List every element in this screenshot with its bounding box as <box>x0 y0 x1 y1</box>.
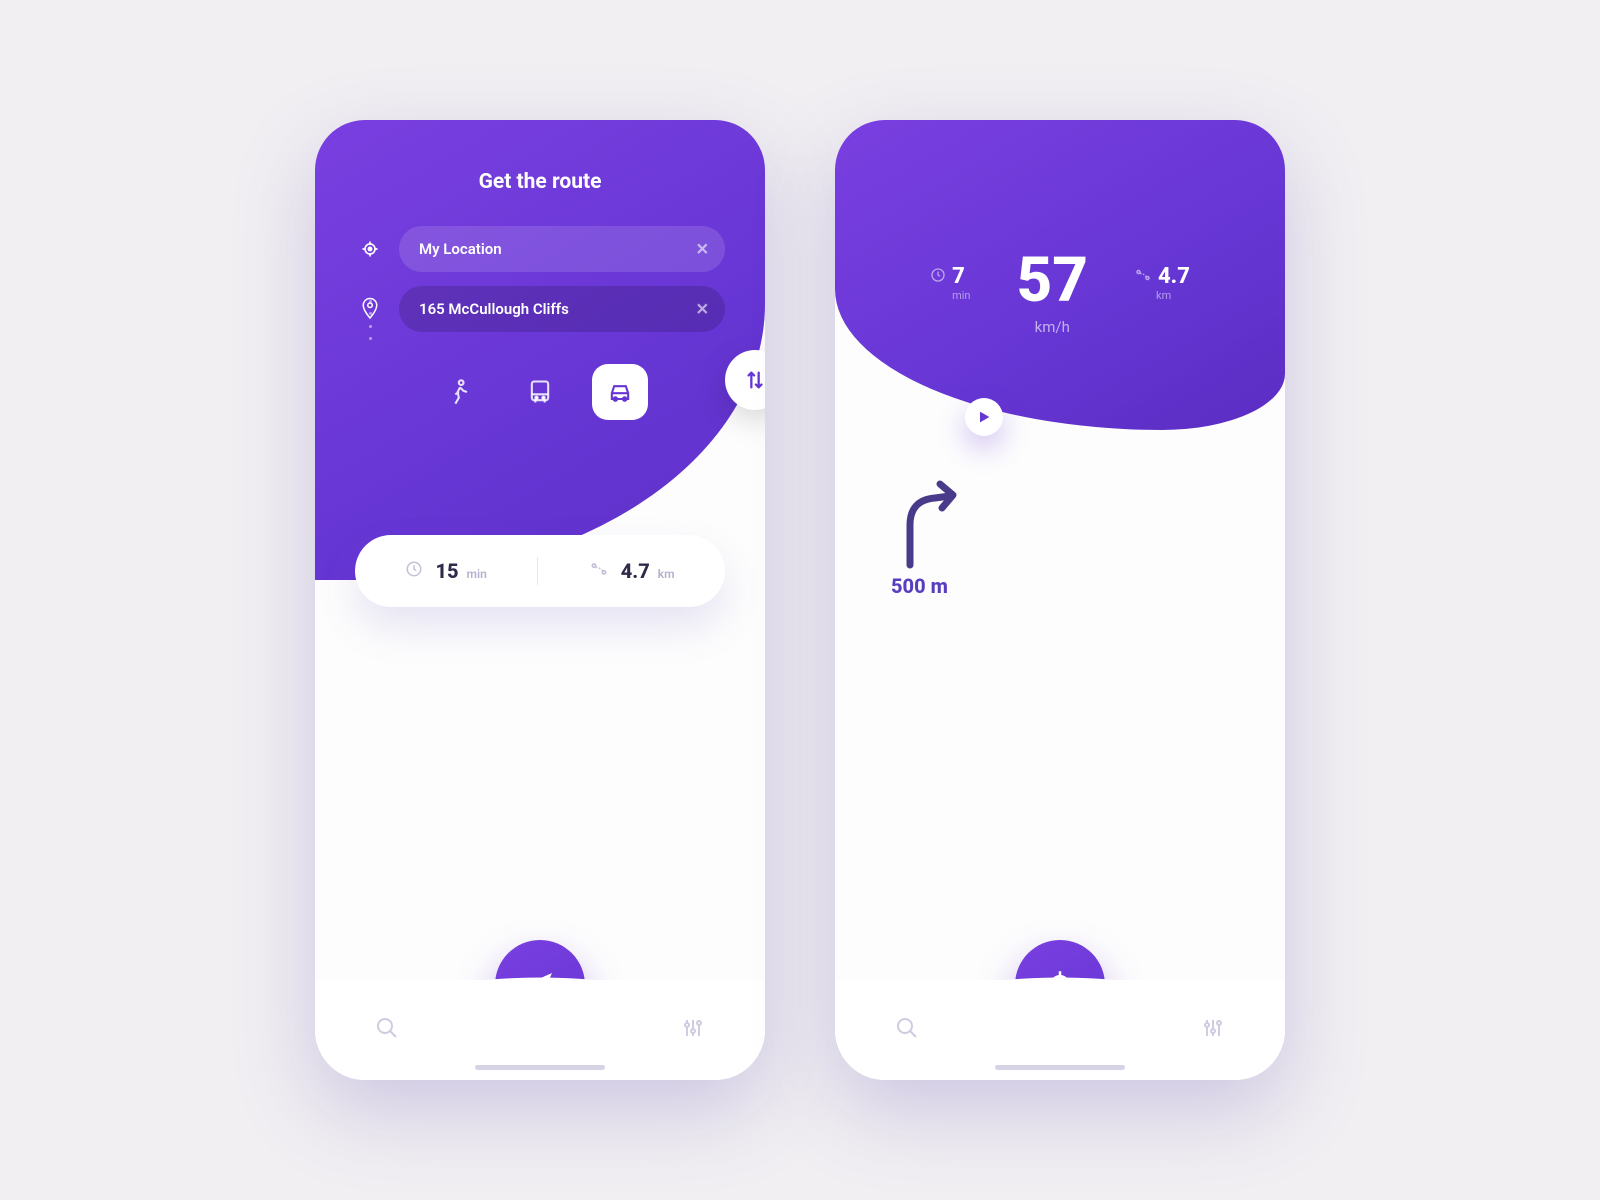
home-indicator <box>995 1065 1125 1070</box>
route-connector-icon <box>369 300 375 340</box>
distance-unit: km <box>658 567 675 581</box>
origin-marker <box>397 668 419 690</box>
time-unit: min <box>467 567 487 581</box>
nav-distance-unit: km <box>1156 289 1171 302</box>
route-header: Get the route My Location ✕ 165 McCullou… <box>315 120 765 580</box>
destination-input[interactable]: 165 McCullough Cliffs ✕ <box>399 286 725 332</box>
navigation-screen: 7 min 57 km/h 4.7 km 5 <box>835 120 1285 1080</box>
origin-input[interactable]: My Location ✕ <box>399 226 725 272</box>
current-position-marker <box>1020 740 1100 820</box>
settings-button[interactable] <box>1201 1016 1225 1044</box>
distance-icon <box>589 560 609 582</box>
mode-walk-button[interactable] <box>432 364 488 420</box>
origin-text: My Location <box>419 240 502 258</box>
turn-right-icon <box>895 480 965 574</box>
settings-button[interactable] <box>681 1016 705 1044</box>
recenter-button[interactable] <box>683 873 735 925</box>
route-planning-screen: Get the route My Location ✕ 165 McCullou… <box>315 120 765 1080</box>
distance-value: 4.7 <box>621 559 650 583</box>
clear-origin-button[interactable]: ✕ <box>696 240 709 259</box>
compass-button[interactable] <box>1209 865 1259 915</box>
nav-time-value: 7 <box>952 264 965 289</box>
transport-mode-selector <box>355 364 725 420</box>
mode-bus-button[interactable] <box>512 364 568 420</box>
search-button[interactable] <box>375 1016 399 1044</box>
destination-marker <box>673 806 709 856</box>
nav-distance-value: 4.7 <box>1158 264 1190 289</box>
play-voice-button[interactable] <box>965 398 1003 436</box>
search-button[interactable] <box>895 1016 919 1044</box>
speed-unit: km/h <box>1016 318 1088 336</box>
time-value: 15 <box>435 559 458 583</box>
turn-distance: 500 m <box>891 574 948 598</box>
route-stats-card: 15 min 4.7 km <box>355 535 725 607</box>
nav-header: 7 min 57 km/h 4.7 km <box>835 120 1285 430</box>
divider <box>537 557 538 585</box>
distance-icon <box>1134 267 1152 287</box>
clock-icon <box>405 560 423 582</box>
clear-destination-button[interactable]: ✕ <box>696 300 709 319</box>
speed-value: 57 <box>1016 250 1088 312</box>
home-indicator <box>475 1065 605 1070</box>
nav-time-unit: min <box>952 289 970 302</box>
origin-icon <box>355 234 385 264</box>
destination-text: 165 McCullough Cliffs <box>419 300 569 318</box>
swap-locations-button[interactable] <box>725 350 765 410</box>
mode-car-button[interactable] <box>592 364 648 420</box>
screen-title: Get the route <box>355 170 725 194</box>
clock-icon <box>930 267 946 287</box>
